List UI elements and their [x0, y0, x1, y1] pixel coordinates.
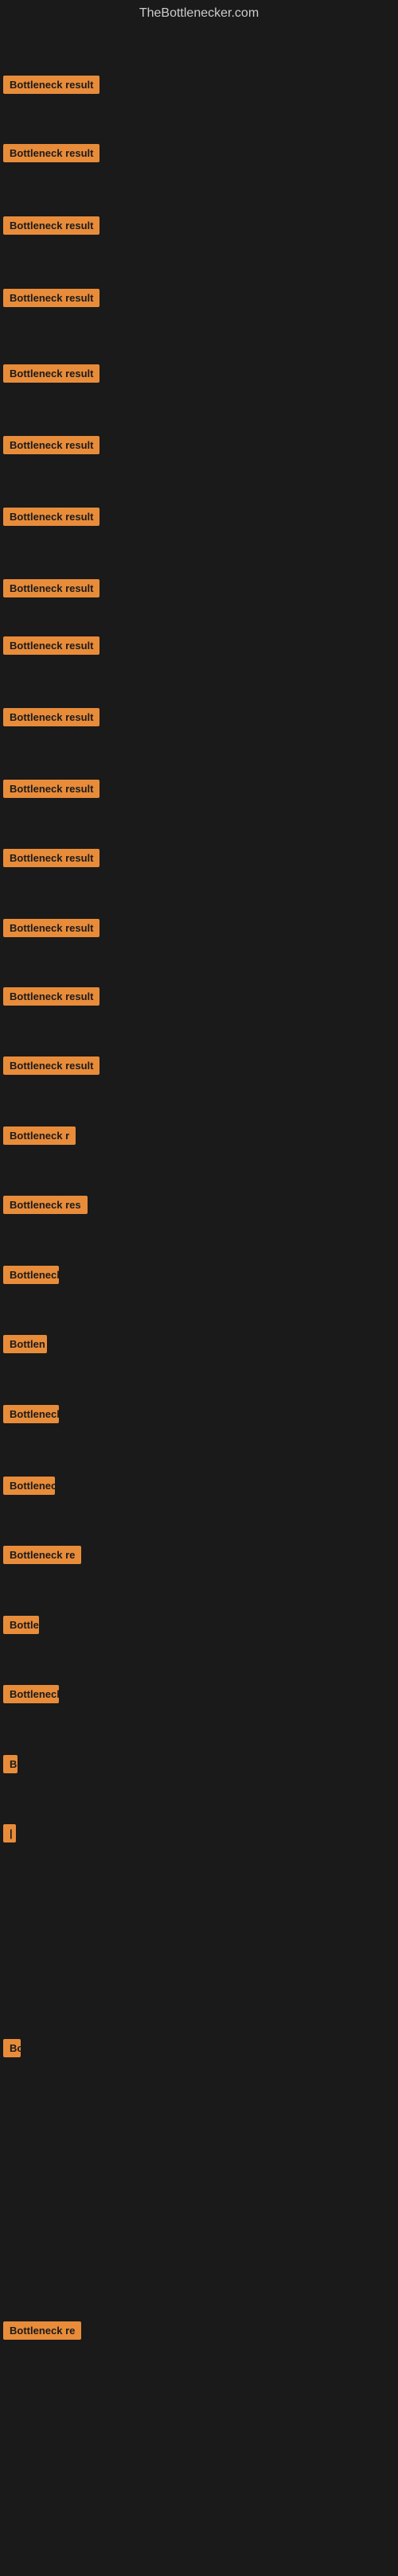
- bottleneck-badge: Bottleneck result: [3, 987, 100, 1006]
- bottleneck-item: Bottlen: [3, 1335, 47, 1357]
- site-title: TheBottlenecker.com: [0, 0, 398, 30]
- bottleneck-item: Bottleneck result: [3, 364, 100, 387]
- bottleneck-badge: Bottleneck r: [3, 1127, 76, 1145]
- bottleneck-item: Bottle: [3, 1616, 39, 1638]
- bottleneck-item: Bottleneck re: [3, 1546, 81, 1568]
- bottleneck-badge: |: [3, 1824, 16, 1843]
- bottleneck-badge: Bottleneck result: [3, 289, 100, 307]
- bottleneck-item: Bottleneck result: [3, 1056, 100, 1079]
- bottleneck-item: Bottleneck: [3, 1685, 59, 1707]
- bottleneck-item: Bottleneck result: [3, 144, 100, 166]
- bottleneck-item: Bottleneck result: [3, 636, 100, 659]
- bottleneck-badge: Bottleneck result: [3, 780, 100, 798]
- bottleneck-item: Bottleneck result: [3, 919, 100, 941]
- bottleneck-badge: Bottleneck result: [3, 436, 100, 454]
- bottleneck-badge: Bottleneck result: [3, 708, 100, 726]
- bottleneck-item: Bottleneck result: [3, 987, 100, 1010]
- bottleneck-badge: Bottleneck result: [3, 579, 100, 597]
- bottleneck-item: Bottleneck: [3, 1266, 59, 1288]
- items-container: Bottleneck result Bottleneck result Bottle…: [0, 30, 398, 2576]
- bottleneck-item: Bottleneck result: [3, 508, 100, 530]
- bottleneck-badge: Bottleneck result: [3, 1056, 100, 1075]
- bottleneck-badge: Bottlen: [3, 1335, 47, 1353]
- bottleneck-badge: Bottleneck result: [3, 76, 100, 94]
- bottleneck-item: Bottleneck result: [3, 780, 100, 802]
- bottleneck-item: Bottlenec: [3, 1477, 55, 1499]
- bottleneck-item: Bottleneck result: [3, 436, 100, 458]
- bottleneck-badge: Bottleneck result: [3, 216, 100, 235]
- bottleneck-item: Bottleneck result: [3, 708, 100, 730]
- bottleneck-badge: Bottleneck re: [3, 2321, 81, 2340]
- bottleneck-badge: Bottleneck result: [3, 144, 100, 162]
- bottleneck-item: |: [3, 1824, 16, 1846]
- bottleneck-badge: Bottleneck re: [3, 1546, 81, 1564]
- bottleneck-item: Bottleneck re: [3, 2321, 81, 2344]
- bottleneck-badge: Bottleneck res: [3, 1196, 88, 1214]
- bottleneck-item: B: [3, 1755, 18, 1777]
- bottleneck-item: Bottleneck r: [3, 1127, 76, 1149]
- bottleneck-item: Bottleneck result: [3, 289, 100, 311]
- bottleneck-item: Bottleneck result: [3, 849, 100, 871]
- bottleneck-badge: Bottlenec: [3, 1477, 55, 1495]
- bottleneck-badge: Bottleneck: [3, 1266, 59, 1284]
- bottleneck-badge: Bottle: [3, 1616, 39, 1634]
- bottleneck-item: Bottleneck result: [3, 76, 100, 98]
- bottleneck-item: Bottleneck res: [3, 1196, 88, 1218]
- page-wrapper: TheBottlenecker.com Bottleneck resultBot…: [0, 0, 398, 2576]
- bottleneck-badge: Bo: [3, 2039, 21, 2057]
- bottleneck-badge: Bottleneck result: [3, 636, 100, 655]
- bottleneck-item: Bo: [3, 2039, 21, 2061]
- bottleneck-badge: Bottleneck result: [3, 919, 100, 937]
- bottleneck-badge: B: [3, 1755, 18, 1773]
- bottleneck-item: Bottleneck result: [3, 216, 100, 239]
- bottleneck-item: Bottleneck result: [3, 579, 100, 601]
- bottleneck-badge: Bottleneck result: [3, 508, 100, 526]
- bottleneck-badge: Bottleneck: [3, 1405, 59, 1423]
- bottleneck-badge: Bottleneck result: [3, 364, 100, 383]
- bottleneck-item: Bottleneck: [3, 1405, 59, 1427]
- bottleneck-badge: Bottleneck: [3, 1685, 59, 1703]
- bottleneck-badge: Bottleneck result: [3, 849, 100, 867]
